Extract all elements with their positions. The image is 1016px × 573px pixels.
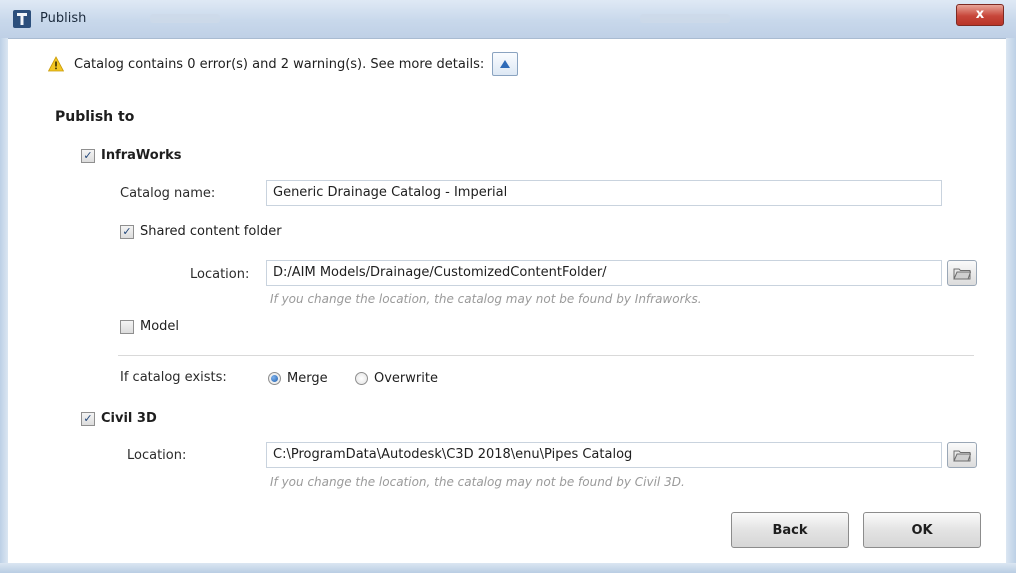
catalog-exists-label: If catalog exists: xyxy=(120,370,227,385)
window-border-left xyxy=(0,38,8,573)
warning-icon xyxy=(48,56,64,72)
back-button[interactable]: Back xyxy=(731,512,849,548)
checkmark-icon: ✓ xyxy=(81,148,95,163)
overwrite-label: Overwrite xyxy=(374,371,438,386)
close-button[interactable]: x xyxy=(956,4,1004,26)
model-checkbox[interactable]: Model xyxy=(120,319,179,334)
warning-text: Catalog contains 0 error(s) and 2 warnin… xyxy=(74,56,485,72)
civil3d-label: Civil 3D xyxy=(101,411,157,426)
warning-bar: Catalog contains 0 error(s) and 2 warnin… xyxy=(48,52,519,76)
window-border-right xyxy=(1006,38,1016,573)
infraworks-location-input[interactable]: D:/AIM Models/Drainage/CustomizedContent… xyxy=(266,260,942,286)
merge-label: Merge xyxy=(287,371,328,386)
title-bar: Publish x xyxy=(0,0,1016,39)
infraworks-browse-button[interactable] xyxy=(947,260,977,286)
civil3d-location-input[interactable]: C:\ProgramData\Autodesk\C3D 2018\enu\Pip… xyxy=(266,442,942,468)
infraworks-location-label: Location: xyxy=(190,267,250,282)
infraworks-location-hint: If you change the location, the catalog … xyxy=(270,292,702,306)
checkbox-empty-icon xyxy=(120,319,134,334)
app-icon xyxy=(13,10,31,28)
ok-button[interactable]: OK xyxy=(863,512,981,548)
overwrite-radio[interactable]: Overwrite xyxy=(355,371,438,386)
chevron-up-icon xyxy=(500,60,511,68)
checkmark-icon: ✓ xyxy=(81,411,95,426)
civil3d-checkbox[interactable]: ✓ Civil 3D xyxy=(81,411,157,426)
details-toggle-button[interactable] xyxy=(492,52,519,76)
checkmark-icon: ✓ xyxy=(120,224,134,239)
publish-to-heading: Publish to xyxy=(55,109,135,125)
catalog-name-label: Catalog name: xyxy=(120,186,216,201)
window-border-bottom xyxy=(0,563,1016,573)
model-label: Model xyxy=(140,319,180,334)
radio-selected-icon xyxy=(268,372,281,385)
infraworks-label: InfraWorks xyxy=(101,148,182,163)
title-blur xyxy=(640,14,730,23)
civil3d-location-label: Location: xyxy=(127,448,187,463)
folder-browse-icon xyxy=(953,268,971,280)
catalog-name-input[interactable]: Generic Drainage Catalog - Imperial xyxy=(266,180,942,206)
window-title: Publish xyxy=(40,11,87,26)
section-divider xyxy=(118,355,974,356)
title-blur xyxy=(150,14,220,23)
civil3d-location-hint: If you change the location, the catalog … xyxy=(270,475,685,489)
merge-radio[interactable]: Merge xyxy=(268,371,328,386)
civil3d-browse-button[interactable] xyxy=(947,442,977,468)
infraworks-checkbox[interactable]: ✓ InfraWorks xyxy=(81,148,182,163)
shared-content-folder-checkbox[interactable]: ✓ Shared content folder xyxy=(120,224,282,239)
shared-content-folder-label: Shared content folder xyxy=(140,224,282,239)
folder-browse-icon xyxy=(953,450,971,462)
radio-unselected-icon xyxy=(355,372,368,385)
